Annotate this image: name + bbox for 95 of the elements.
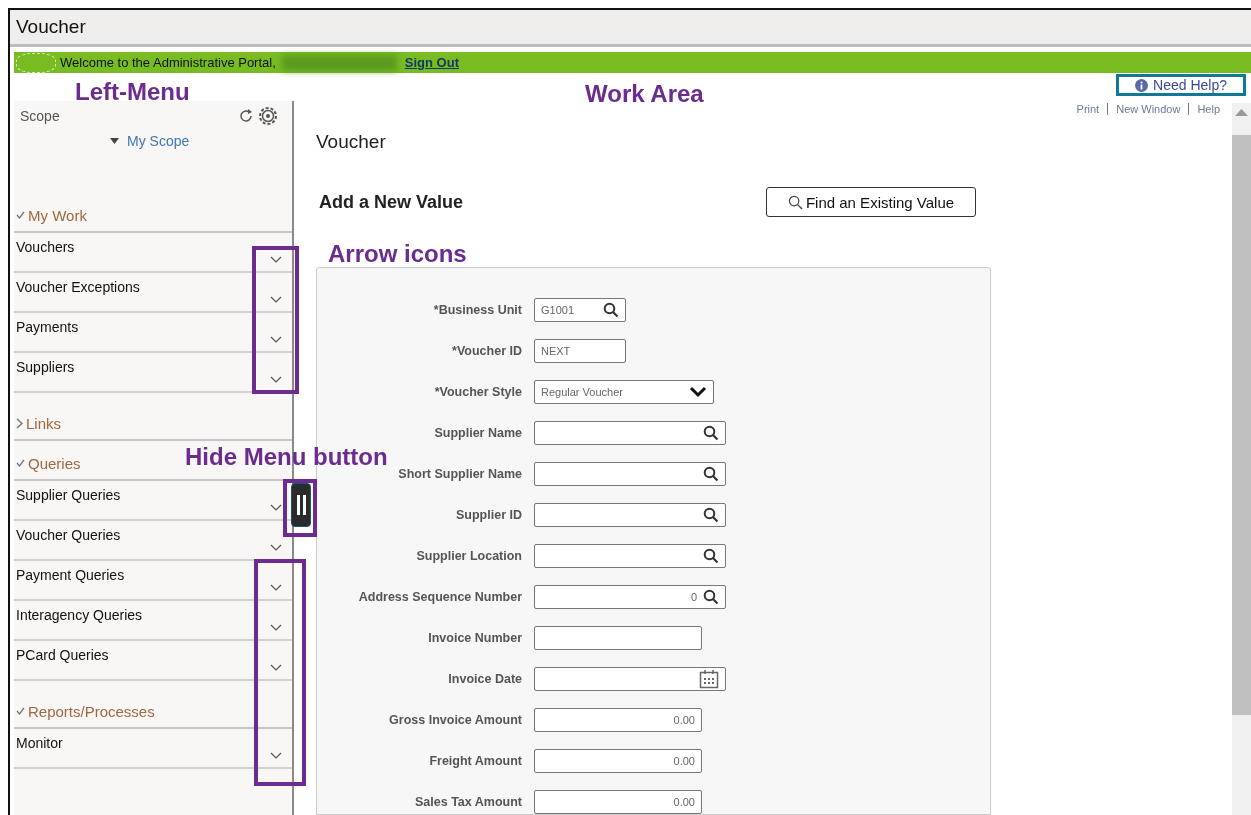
field-label: Invoice Date: [447, 672, 522, 686]
field-value: 0.00: [672, 755, 695, 767]
input-field[interactable]: [534, 544, 726, 568]
refresh-icon[interactable]: [238, 108, 254, 124]
scrollbar[interactable]: [1232, 103, 1251, 815]
chevron-down-icon[interactable]: [270, 544, 282, 551]
input-field[interactable]: [534, 626, 702, 650]
chevron-down-icon[interactable]: [270, 504, 282, 511]
annotation-label: Work Area: [585, 80, 704, 108]
field-label: Supplier ID: [455, 508, 522, 522]
menu-section-header[interactable]: Links: [16, 414, 62, 432]
field-value: Regular Voucher: [541, 386, 624, 398]
calendar-icon[interactable]: [699, 669, 719, 689]
field-value: NEXT: [541, 345, 572, 357]
header-link[interactable]: Help: [1197, 103, 1220, 115]
search-icon[interactable]: [603, 302, 619, 318]
info-icon: [1135, 78, 1149, 92]
chevron-down-icon[interactable]: [689, 386, 707, 398]
welcome-text: Welcome to the Administrative Portal,: [60, 55, 276, 71]
field-value: 0.00: [672, 796, 695, 808]
menu-item-label[interactable]: Interagency Queries: [16, 605, 143, 623]
menu-section-header[interactable]: My Work: [16, 206, 87, 224]
chevron-down-icon[interactable]: [270, 664, 282, 671]
find-existing-value-button[interactable]: Find an Existing Value: [766, 187, 976, 217]
chevron-down-icon[interactable]: [270, 296, 282, 303]
input-field[interactable]: 0.00: [534, 708, 702, 732]
page-title: Voucher: [316, 131, 387, 153]
sign-out-link[interactable]: Sign Out: [404, 55, 459, 71]
menu-item-label[interactable]: Voucher Queries: [16, 525, 121, 543]
search-icon[interactable]: [703, 466, 719, 482]
menu-item-label[interactable]: Monitor: [16, 733, 63, 751]
search-icon[interactable]: [703, 507, 719, 523]
menu-section-header[interactable]: Queries: [16, 454, 81, 472]
input-field[interactable]: [534, 503, 726, 527]
header-link[interactable]: New Window: [1116, 103, 1181, 115]
search-icon[interactable]: [703, 589, 719, 605]
highlight-frame: [283, 479, 317, 537]
menu-section-header[interactable]: Reports/Processes: [16, 702, 155, 720]
chevron-down-icon[interactable]: [270, 376, 282, 383]
hide-menu-button[interactable]: [291, 483, 311, 527]
input-field[interactable]: NEXT: [534, 339, 626, 363]
field-value: G1001: [541, 304, 576, 316]
input-field[interactable]: [534, 667, 726, 691]
caret-icon: [110, 138, 119, 144]
search-icon: [787, 194, 803, 210]
menu-item-label[interactable]: Supplier Queries: [16, 485, 121, 503]
chevron-down-icon[interactable]: [270, 256, 282, 263]
settings-icon[interactable]: [258, 106, 278, 126]
input-field[interactable]: 0.00: [534, 790, 702, 814]
annotation-label: Left-Menu: [75, 78, 190, 106]
field-label: Short Supplier Name: [397, 467, 522, 481]
field-label: Gross Invoice Amount: [388, 713, 522, 727]
dropdown-field[interactable]: Regular Voucher: [534, 380, 714, 404]
menu-item-label[interactable]: PCard Queries: [16, 645, 109, 663]
field-value: 0: [689, 591, 697, 603]
menu-item-label[interactable]: Payment Queries: [16, 565, 125, 583]
search-icon[interactable]: [703, 548, 719, 564]
field-label: Freight Amount: [428, 754, 522, 768]
search-icon[interactable]: [703, 425, 719, 441]
input-field[interactable]: 0.00: [534, 749, 702, 773]
need-help-button[interactable]: Need Help?: [1116, 74, 1246, 96]
my-scope-link[interactable]: My Scope: [110, 133, 292, 149]
chevron-down-icon[interactable]: [270, 624, 282, 631]
menu-item-label[interactable]: Voucher Exceptions: [16, 277, 140, 295]
chevron-right-icon: [16, 417, 23, 429]
input-field[interactable]: G1001: [534, 298, 626, 322]
input-field[interactable]: [534, 462, 726, 486]
chevron-down-icon[interactable]: [270, 752, 282, 759]
menu-item-label[interactable]: Payments: [16, 317, 79, 335]
logo-icon: [16, 52, 56, 73]
menu-item-label[interactable]: Suppliers: [16, 357, 75, 375]
section-heading: Add a New Value: [319, 191, 464, 213]
check-icon: [16, 459, 25, 467]
field-label: *Voucher Style: [433, 385, 522, 399]
field-value: 0.00: [672, 714, 695, 726]
input-field[interactable]: 0: [534, 585, 726, 609]
field-label: Invoice Number: [427, 631, 522, 645]
annotation-label: Arrow icons: [328, 240, 467, 268]
window-title: Voucher: [16, 16, 86, 39]
field-label: Supplier Name: [433, 426, 522, 440]
field-label: Supplier Location: [415, 549, 522, 563]
field-label: Sales Tax Amount: [414, 795, 522, 809]
chevron-down-icon[interactable]: [270, 336, 282, 343]
header-link[interactable]: Print: [1076, 103, 1100, 115]
field-label: Address Sequence Number: [357, 590, 522, 604]
field-label: *Business Unit: [432, 303, 522, 317]
field-label: *Voucher ID: [451, 344, 522, 358]
menu-item-label[interactable]: Vouchers: [16, 237, 75, 255]
chevron-down-icon[interactable]: [270, 584, 282, 591]
my-scope-text[interactable]: My Scope: [127, 133, 190, 149]
scope-label: Scope: [20, 108, 61, 124]
check-icon: [16, 211, 25, 219]
input-field[interactable]: [534, 421, 726, 445]
annotation-label: Hide Menu button: [185, 443, 388, 471]
check-icon: [16, 707, 25, 715]
